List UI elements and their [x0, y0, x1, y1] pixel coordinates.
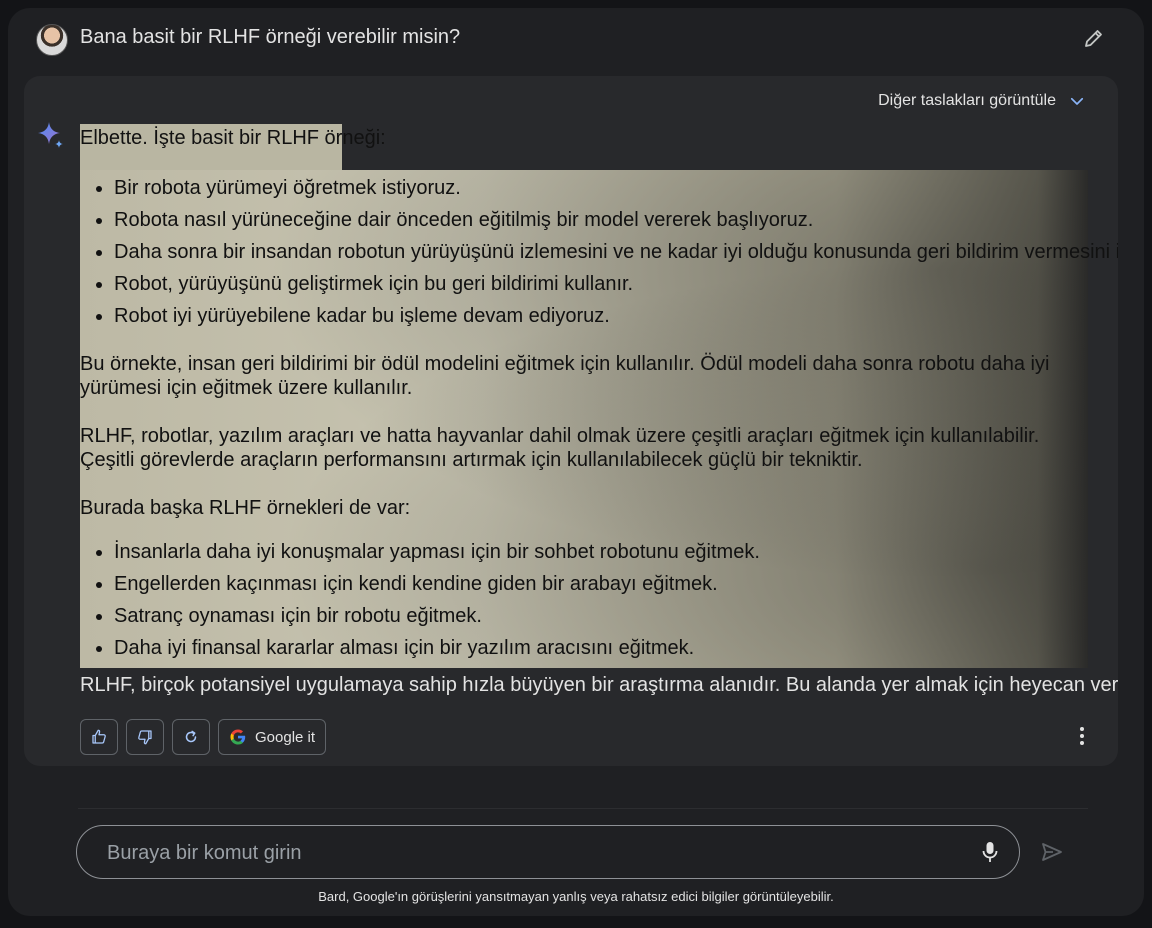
refresh-icon	[185, 730, 197, 743]
chevron-down-icon	[1070, 97, 1084, 105]
list-item: Daha iyi finansal kararlar alması için b…	[114, 632, 760, 664]
user-prompt-text: Bana basit bir RLHF örneği verebilir mis…	[80, 26, 461, 48]
response-paragraph: RLHF, robotlar, yazılım araçları ve hatt…	[80, 425, 1040, 471]
list-item: Robot iyi yürüyebilene kadar bu işleme d…	[114, 300, 1118, 332]
examples-list: İnsanlarla daha iyi konuşmalar yapması i…	[80, 536, 760, 664]
list-item: Engellerden kaçınması için kendi kendine…	[114, 568, 760, 600]
divider	[78, 808, 1088, 809]
list-item: Satranç oynaması için bir robotu eğitmek…	[114, 600, 760, 632]
response-paragraph: Bu örnekte, insan geri bildirimi bir ödü…	[80, 353, 1050, 399]
microphone-icon	[982, 842, 998, 862]
thumbs-up-button[interactable]	[80, 719, 118, 755]
regenerate-button[interactable]	[172, 719, 210, 755]
list-item: Robota nasıl yürüneceğine dair önceden e…	[114, 204, 1118, 236]
thumbs-up-icon	[92, 729, 106, 744]
view-other-drafts-button[interactable]: Diğer taslakları görüntüle	[878, 88, 1086, 114]
thumbs-down-icon	[138, 730, 152, 745]
list-item: Bir robota yürümeyi öğretmek istiyoruz.	[114, 172, 1118, 204]
prompt-input[interactable]	[105, 839, 949, 867]
list-item: Daha sonra bir insandan robotun yürüyüşü…	[114, 236, 1118, 268]
more-vert-icon	[1080, 727, 1084, 745]
microphone-button[interactable]	[979, 840, 1001, 864]
send-button[interactable]	[1040, 840, 1064, 864]
user-avatar	[36, 24, 68, 56]
list-item: İnsanlarla daha iyi konuşmalar yapması i…	[114, 536, 760, 568]
pencil-icon	[1085, 30, 1102, 47]
google-it-label: Google it	[255, 728, 316, 746]
disclaimer-text: Bard, Google'ın görüşlerini yansıtmayan …	[318, 889, 834, 904]
response-intro: Elbette. İşte basit bir RLHF örneği:	[80, 127, 386, 149]
bard-app: Bana basit bir RLHF örneği verebilir mis…	[8, 8, 1144, 916]
google-it-button[interactable]: Google it	[218, 719, 327, 755]
edit-prompt-button[interactable]	[1082, 26, 1106, 50]
more-options-button[interactable]	[1072, 724, 1092, 748]
send-icon	[1042, 843, 1062, 861]
thumbs-down-button[interactable]	[126, 719, 164, 755]
prompt-input-box	[76, 825, 1020, 879]
response-closing: RLHF, birçok potansiyel uygulamaya sahip…	[80, 674, 1118, 696]
bard-sparkle-icon	[38, 122, 63, 148]
list-item: Robot, yürüyüşünü geliştirmek için bu ge…	[114, 268, 1118, 300]
google-g-icon	[230, 729, 246, 745]
steps-list: Bir robota yürümeyi öğretmek istiyoruz. …	[80, 172, 1118, 332]
prompt-header: Bana basit bir RLHF örneği verebilir mis…	[8, 8, 1144, 74]
drafts-label: Diğer taslakları görüntüle	[878, 92, 1056, 109]
response-actions: Google it	[80, 719, 327, 755]
response-paragraph: Burada başka RLHF örnekleri de var:	[80, 497, 411, 519]
response-card: Diğer taslakları görüntüle Elbette. İşte…	[24, 76, 1118, 766]
